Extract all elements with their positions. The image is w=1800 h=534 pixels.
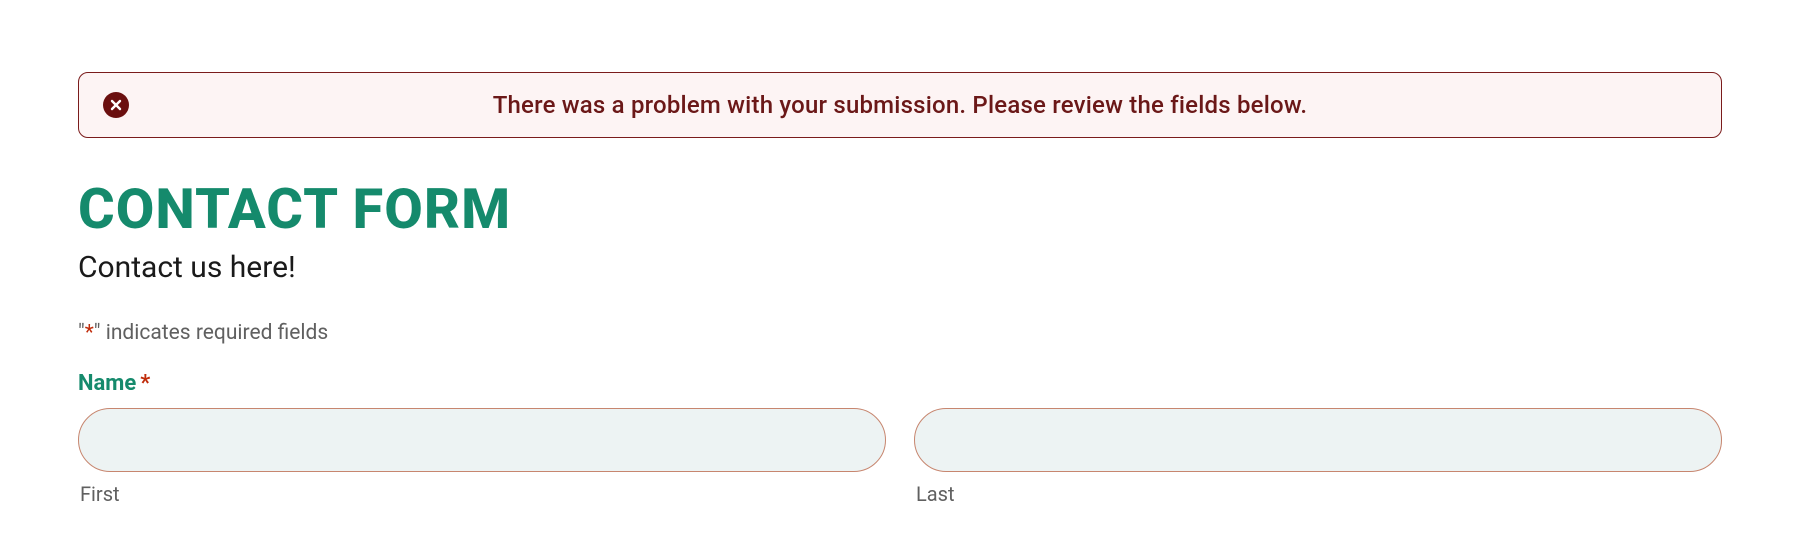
name-required-mark: * xyxy=(140,371,150,396)
first-name-column: First xyxy=(78,408,886,506)
page-title: CONTACT FORM xyxy=(78,176,1722,242)
first-name-sublabel: First xyxy=(78,482,886,506)
page-subtitle: Contact us here! xyxy=(78,250,1722,285)
quote-close: " xyxy=(94,321,101,345)
last-name-column: Last xyxy=(914,408,1722,506)
error-message: There was a problem with your submission… xyxy=(129,91,1697,119)
first-name-input[interactable] xyxy=(78,408,886,472)
name-input-row: First Last xyxy=(78,408,1722,506)
required-asterisk: * xyxy=(85,321,94,345)
last-name-input[interactable] xyxy=(914,408,1722,472)
name-label-text: Name xyxy=(78,371,136,396)
error-icon xyxy=(103,92,129,118)
last-name-sublabel: Last xyxy=(914,482,1722,506)
required-note-text: indicates required fields xyxy=(101,321,329,345)
name-field-label: Name* xyxy=(78,371,1722,396)
error-banner: There was a problem with your submission… xyxy=(78,72,1722,138)
quote-open: " xyxy=(78,321,85,345)
required-fields-note: "*" indicates required fields xyxy=(78,321,1722,345)
